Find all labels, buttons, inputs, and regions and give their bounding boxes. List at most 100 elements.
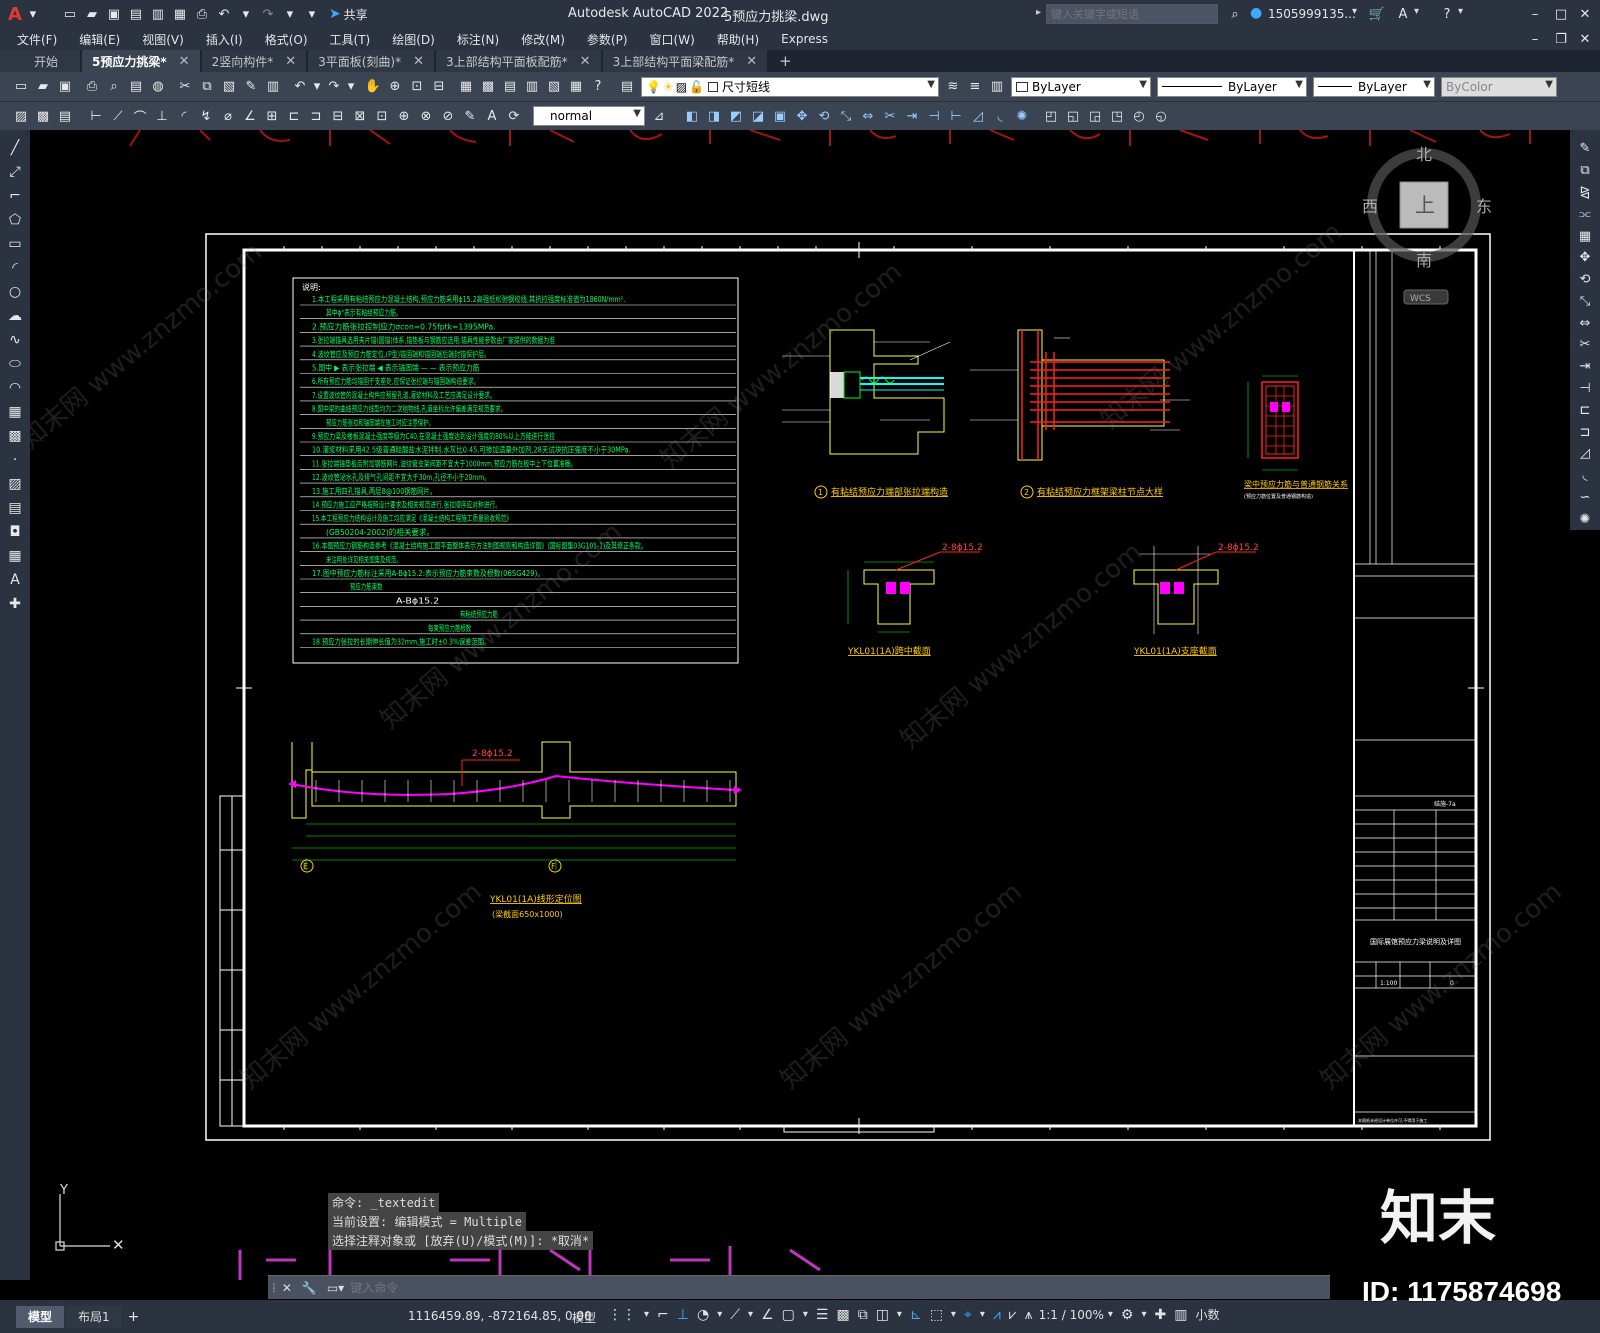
modify-trim-icon[interactable]: ✂ (880, 106, 900, 126)
dim-edit-icon[interactable]: ✎ (460, 106, 480, 126)
dim-break-icon[interactable]: ⊠ (350, 106, 370, 126)
3d-osnap-dropdown-icon[interactable]: ▾ (897, 1309, 902, 1320)
layer-walk-icon[interactable]: ▤ (55, 106, 75, 126)
dim-angular-icon[interactable]: ∠ (240, 106, 260, 126)
layer-lock-icon[interactable]: 🔓 (689, 80, 704, 94)
modify-rotate-icon[interactable]: ⟲ (814, 106, 834, 126)
viewcube[interactable]: 上 北 南 东 西 WCS (1362, 145, 1492, 305)
polar-icon[interactable]: ◔ (697, 1307, 709, 1323)
tab-beam-reinforcement[interactable]: 3上部结构平面梁配筋* ✕ (602, 50, 768, 72)
explode-icon[interactable]: ✺ (1575, 510, 1595, 528)
offset-icon[interactable]: ⫗ (1575, 205, 1595, 223)
close-tab-icon[interactable]: ✕ (746, 54, 757, 69)
object-snap-icon[interactable]: ▢ (782, 1307, 795, 1323)
layer-properties-icon[interactable]: ▤ (617, 77, 637, 97)
dim-arc-icon[interactable]: ⌒ (130, 106, 150, 126)
undo-dropdown-icon[interactable]: ▾ (312, 77, 322, 97)
globe-icon[interactable]: ◍ (148, 77, 168, 97)
join-icon[interactable]: ⊐ (1575, 423, 1595, 441)
units-value[interactable]: 小数 (1195, 1306, 1219, 1323)
calculator-icon[interactable]: ▦ (566, 77, 586, 97)
jogged-linear-icon[interactable]: ⊘ (438, 106, 458, 126)
insert-block-icon[interactable]: ▦ (5, 402, 25, 422)
construction-line-icon[interactable]: ⤢ (5, 162, 25, 182)
recent-commands-icon[interactable]: ▭▾ (327, 1281, 344, 1295)
add-selected-icon[interactable]: ✚ (5, 594, 25, 614)
transparency-icon[interactable]: ▩ (836, 1307, 849, 1323)
modify-erase-icon[interactable]: ◧ (682, 106, 702, 126)
sheet-set-icon[interactable]: ▥ (522, 77, 542, 97)
modify-mirror-icon[interactable]: ◩ (726, 106, 746, 126)
menu-insert[interactable]: 插入(I) (195, 31, 254, 48)
close-tab-icon[interactable]: ✕ (179, 54, 190, 69)
layout-tab-model[interactable]: 模型 (16, 1305, 65, 1328)
modify-chamfer-icon[interactable]: ◿ (968, 106, 988, 126)
cut-icon[interactable]: ✂ (175, 77, 195, 97)
redo-icon[interactable]: ↷ (324, 77, 344, 97)
new-file-icon[interactable]: ▭ (60, 4, 80, 24)
revision-cloud-icon[interactable]: ☁ (5, 306, 25, 326)
save-as-icon[interactable]: ▤ (126, 4, 146, 24)
save-icon[interactable]: ▣ (55, 77, 75, 97)
ortho-icon[interactable]: ⊥ (677, 1307, 689, 1323)
workspace-dropdown-icon[interactable]: ▾ (1141, 1309, 1146, 1320)
undo-icon[interactable]: ↶ (214, 4, 234, 24)
viewcube-top-label[interactable]: 上 (1415, 193, 1435, 217)
viewcube-north-label[interactable]: 北 (1416, 145, 1432, 164)
properties-icon[interactable]: ▦ (456, 77, 476, 97)
close-tab-icon[interactable]: ✕ (580, 54, 591, 69)
menu-express[interactable]: Express (770, 32, 839, 46)
modify-extend-icon[interactable]: ⇥ (902, 106, 922, 126)
extend-icon[interactable]: ⇥ (1575, 358, 1595, 376)
dim-update-icon[interactable]: ⟳ (504, 106, 524, 126)
undo-icon[interactable]: ↶ (290, 77, 310, 97)
grid-icon[interactable]: ⋮⋮ (608, 1307, 636, 1323)
cart-icon[interactable]: 🛒 (1367, 4, 1387, 24)
dim-diameter-icon[interactable]: ⌀ (218, 106, 238, 126)
quick-dim-icon[interactable]: ⊞ (262, 106, 282, 126)
selection-filter-icon[interactable]: ⬚ (930, 1307, 943, 1323)
print-preview-icon[interactable]: ⌕ (104, 77, 124, 97)
app-menu-chevron-icon[interactable]: ▾ (23, 4, 43, 24)
scale-icon[interactable]: ⤡ (1575, 292, 1595, 310)
undo-dropdown-icon[interactable]: ▾ (236, 4, 256, 24)
layer-dropdown[interactable]: 💡 ☀ ▨ 🔓 尺寸短线 ▼ (641, 76, 939, 97)
menu-view[interactable]: 视图(V) (131, 31, 195, 48)
search-input[interactable] (1046, 4, 1218, 24)
rotate-icon[interactable]: ⟲ (1575, 271, 1595, 289)
viewcube-east-label[interactable]: 东 (1476, 197, 1492, 216)
tab-slab-reinforcement[interactable]: 3上部结构平面板配筋* ✕ (436, 50, 601, 72)
publish-icon[interactable]: ▤ (126, 77, 146, 97)
polyline-icon[interactable]: ⌐ (5, 186, 25, 206)
dim-continue-icon[interactable]: ⊐ (306, 106, 326, 126)
lineweight-icon[interactable]: ☰ (816, 1307, 829, 1323)
command-input[interactable] (350, 1277, 1291, 1298)
new-tab-button[interactable]: + (769, 50, 802, 72)
help-icon[interactable]: ? (1437, 4, 1457, 24)
gradient-icon[interactable]: ▤ (5, 498, 25, 518)
design-center-icon[interactable]: ▩ (478, 77, 498, 97)
modify-stretch-icon[interactable]: ⇔ (858, 106, 878, 126)
isodraft-dropdown-icon[interactable]: ▾ (748, 1309, 753, 1320)
viewcube-west-label[interactable]: 西 (1362, 197, 1378, 216)
menu-help[interactable]: 帮助(H) (706, 31, 770, 48)
gizmo-icon[interactable]: ⌖ (964, 1307, 972, 1323)
web-mobile-icon[interactable]: ▥ (148, 4, 168, 24)
menu-dimension[interactable]: 标注(N) (446, 31, 510, 48)
draworder-above-icon[interactable]: ◲ (1085, 106, 1105, 126)
markup-icon[interactable]: ▧ (544, 77, 564, 97)
tab-start[interactable]: 开始 (0, 50, 81, 72)
menu-tools[interactable]: 工具(T) (319, 31, 382, 48)
color-dropdown[interactable]: ByLayer ▼ (1011, 76, 1151, 97)
object-snap-tracking-icon[interactable]: ∠ (761, 1307, 774, 1323)
user-name[interactable]: 1505999135... (1268, 7, 1356, 21)
rectangle-icon[interactable]: ▭ (5, 234, 25, 254)
redo-dropdown-icon[interactable]: ▾ (280, 4, 300, 24)
share-button[interactable]: ➤ 共享 (329, 6, 368, 23)
line-icon[interactable]: ╱ (5, 138, 25, 158)
isodraft-icon[interactable]: ⟋ (730, 1307, 740, 1323)
add-layout-icon[interactable]: + (128, 1309, 140, 1325)
array-icon[interactable]: ▦ (1575, 227, 1595, 245)
draworder-text-icon[interactable]: ◴ (1129, 106, 1149, 126)
dim-linear-icon[interactable]: ⊢ (86, 106, 106, 126)
